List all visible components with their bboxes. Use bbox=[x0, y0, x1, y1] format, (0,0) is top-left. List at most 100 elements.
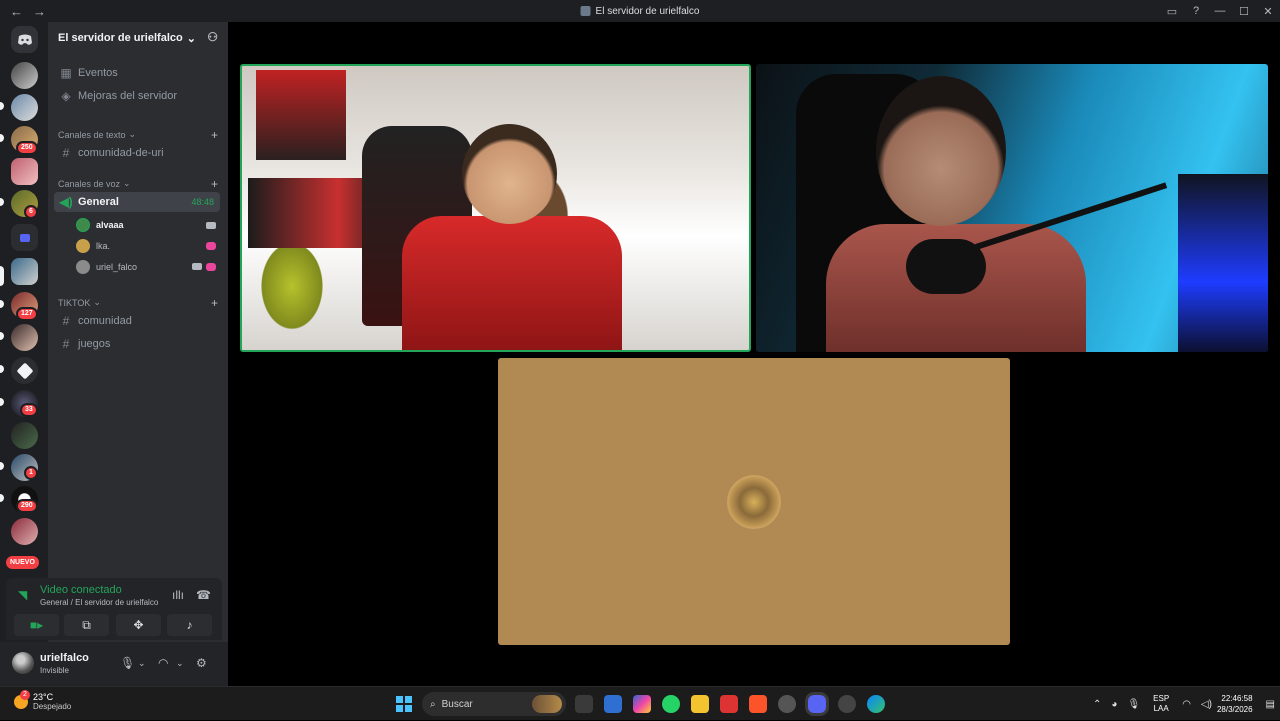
chevron-down-icon[interactable]: ⌄ bbox=[138, 658, 146, 669]
new-badge[interactable]: NUEVO bbox=[6, 556, 39, 569]
minimize-button[interactable]: — bbox=[1208, 5, 1232, 17]
avatar[interactable] bbox=[12, 652, 34, 674]
unread-pip bbox=[0, 462, 4, 470]
system-tray: ⌃ ◕ 🎙 ESP LAA ◠ ◁) 22:46:58 28/3/2026 ▤ bbox=[1088, 687, 1280, 721]
input-language[interactable]: ESP LAA bbox=[1153, 694, 1169, 714]
server-icon[interactable] bbox=[11, 357, 38, 384]
nav-arrows: ← → bbox=[0, 4, 46, 19]
gear-icon[interactable]: ⚙ bbox=[196, 656, 207, 670]
hashtag-icon: # bbox=[62, 337, 70, 351]
call-timer: 48:48 bbox=[191, 197, 214, 207]
connection-icon[interactable]: ◥ bbox=[18, 588, 27, 602]
category-voice[interactable]: Canales de voz ⌄ + bbox=[58, 177, 218, 191]
channel-label: comunidad bbox=[78, 315, 132, 327]
category-text[interactable]: Canales de texto ⌄ + bbox=[58, 128, 218, 142]
volume-icon[interactable]: ◁) bbox=[1201, 699, 1212, 710]
channel-label: juegos bbox=[78, 338, 111, 350]
voice-status[interactable]: Video conectado bbox=[40, 584, 122, 596]
channel-comunidad-de-uri[interactable]: # comunidad-de-uri bbox=[54, 143, 220, 163]
voice-user-name: alvaaa bbox=[96, 220, 124, 230]
voice-user[interactable]: alvaaa bbox=[76, 215, 220, 235]
voice-channel-general[interactable]: ◀) General 48:48 bbox=[54, 192, 220, 212]
media-player-icon[interactable] bbox=[838, 695, 856, 713]
chevron-down-icon: ⌄ bbox=[123, 178, 131, 188]
add-member-icon[interactable]: ⚇ bbox=[207, 30, 218, 44]
discord-home-icon[interactable] bbox=[11, 26, 38, 53]
video-content bbox=[402, 216, 622, 350]
chevron-up-icon[interactable]: ⌃ bbox=[1093, 699, 1101, 710]
server-icon[interactable] bbox=[11, 94, 38, 121]
calendar-icon: ▦ bbox=[60, 66, 72, 80]
chevron-down-icon[interactable]: ⌄ bbox=[176, 658, 184, 669]
voice-user-name: lka. bbox=[96, 241, 111, 251]
server-header[interactable]: El servidor de urielfalco ⌄ ⚇ bbox=[48, 22, 228, 54]
soundboard-button[interactable]: ♪ bbox=[167, 614, 212, 636]
tray-app-icon[interactable]: ◕ bbox=[1111, 699, 1117, 710]
add-channel-icon[interactable]: + bbox=[211, 128, 218, 142]
forward-icon[interactable]: → bbox=[33, 4, 46, 19]
back-icon[interactable]: ← bbox=[10, 4, 23, 19]
mention-badge: 290 bbox=[16, 499, 38, 513]
server-icon[interactable] bbox=[11, 158, 38, 185]
app-icon[interactable] bbox=[778, 695, 796, 713]
category-tiktok[interactable]: TIKTOK ⌄ + bbox=[58, 296, 218, 310]
add-channel-icon[interactable]: + bbox=[211, 296, 218, 310]
microphone-icon[interactable]: 🎙 bbox=[120, 656, 135, 670]
copilot-icon[interactable] bbox=[633, 695, 651, 713]
task-view-icon[interactable] bbox=[575, 695, 593, 713]
title-bar: ← → El servidor de urielfalco ▭ ? — ☐ ✕ bbox=[0, 0, 1280, 22]
windows-start-icon[interactable] bbox=[396, 696, 412, 712]
noise-suppression-icon[interactable]: ıllı bbox=[172, 588, 184, 602]
microphone-icon[interactable]: 🎙 bbox=[1127, 699, 1140, 710]
server-name: El servidor de urielfalco bbox=[58, 32, 183, 44]
notification-icon[interactable]: ▤ bbox=[1266, 699, 1275, 710]
boost-item[interactable]: ◈ Mejoras del servidor bbox=[54, 86, 220, 106]
store-icon[interactable] bbox=[604, 695, 622, 713]
file-explorer-icon[interactable] bbox=[691, 695, 709, 713]
maximize-button[interactable]: ☐ bbox=[1232, 5, 1256, 18]
channel-juegos[interactable]: # juegos bbox=[54, 334, 220, 354]
close-button[interactable]: ✕ bbox=[1256, 5, 1280, 18]
server-icon-active[interactable] bbox=[11, 258, 38, 285]
avatar bbox=[76, 239, 90, 253]
video-tile-speaking[interactable] bbox=[240, 64, 751, 352]
help-icon[interactable]: ? bbox=[1184, 5, 1208, 17]
add-channel-icon[interactable]: + bbox=[211, 177, 218, 191]
channel-comunidad[interactable]: # comunidad bbox=[54, 311, 220, 331]
camera-button[interactable]: ■▸ bbox=[14, 614, 59, 636]
discord-icon[interactable] bbox=[808, 695, 826, 713]
activities-icon: ✥ bbox=[133, 618, 144, 632]
user-name[interactable]: urielfalco bbox=[40, 652, 89, 664]
server-icon[interactable] bbox=[11, 518, 38, 545]
weather-widget[interactable]: 2 23°C Despejado bbox=[14, 689, 71, 711]
server-icon[interactable] bbox=[11, 62, 38, 89]
headphones-icon[interactable]: ◠ bbox=[158, 656, 168, 670]
share-screen-icon: ⧉ bbox=[82, 617, 91, 632]
selected-pip bbox=[0, 266, 4, 286]
video-tile[interactable] bbox=[756, 64, 1268, 352]
voice-user[interactable]: uriel_falco bbox=[76, 257, 220, 277]
chevron-down-icon: ⌄ bbox=[128, 129, 137, 139]
clock[interactable]: 22:46:58 28/3/2026 bbox=[1217, 693, 1253, 715]
temperature: 23°C bbox=[33, 692, 54, 702]
app-icon[interactable] bbox=[720, 695, 738, 713]
activities-button[interactable]: ✥ bbox=[116, 614, 161, 636]
share-screen-button[interactable]: ⧉ bbox=[64, 614, 109, 636]
weather-badge: 2 bbox=[20, 689, 30, 700]
voice-location[interactable]: General / El servidor de urielfalco bbox=[40, 598, 158, 607]
edge-icon[interactable] bbox=[867, 695, 885, 713]
brave-icon[interactable] bbox=[749, 695, 767, 713]
search-input[interactable]: ⌕ Buscar bbox=[422, 692, 566, 716]
video-content bbox=[1178, 174, 1268, 352]
events-item[interactable]: ▦ Eventos bbox=[54, 63, 220, 83]
whatsapp-icon[interactable] bbox=[662, 695, 680, 713]
server-icon[interactable] bbox=[11, 422, 38, 449]
disconnect-icon[interactable]: ☎ bbox=[196, 588, 211, 602]
folder-icon[interactable] bbox=[11, 224, 38, 251]
inbox-icon[interactable]: ▭ bbox=[1160, 5, 1184, 18]
server-icon[interactable] bbox=[11, 324, 38, 351]
video-tile-no-camera[interactable] bbox=[498, 358, 1010, 645]
voice-user[interactable]: lka. bbox=[76, 236, 220, 256]
wifi-icon[interactable]: ◠ bbox=[1182, 699, 1191, 710]
category-voice-label: Canales de voz bbox=[58, 178, 121, 189]
